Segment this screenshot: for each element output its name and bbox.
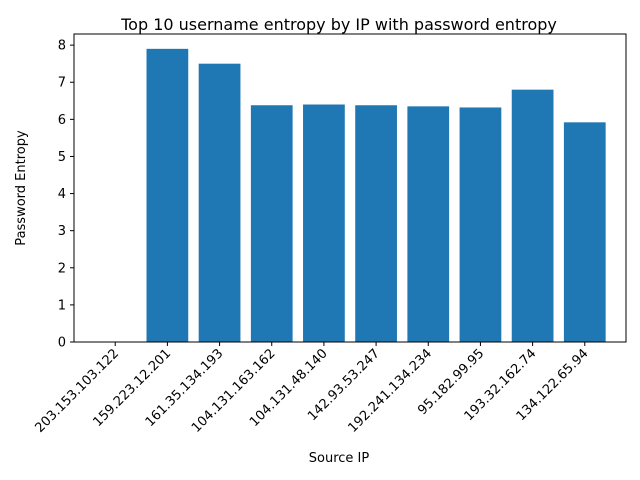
bar-161.35.134.193 <box>198 63 241 342</box>
bar-95.182.99.95 <box>459 107 502 342</box>
bar-193.32.162.74 <box>511 89 554 342</box>
y-tick-label: 8 <box>58 39 66 54</box>
y-tick-label: 0 <box>58 336 66 351</box>
bar-192.241.134.234 <box>407 106 450 342</box>
y-tick-label: 1 <box>58 298 66 313</box>
x-axis-label: Source IP <box>309 451 370 466</box>
bar-104.131.48.140 <box>303 104 345 342</box>
y-tick-label: 2 <box>58 261 66 276</box>
bars-group <box>146 48 606 343</box>
y-tick-label: 6 <box>58 113 66 128</box>
chart-title: Top 10 username entropy by IP with passw… <box>120 15 557 34</box>
y-axis: 0 1 2 3 4 5 6 7 8 <box>58 39 74 351</box>
y-tick-label: 4 <box>58 187 66 202</box>
bar-104.131.163.162 <box>250 105 293 342</box>
x-axis: 203.153.103.122159.223.12.201161.35.134.… <box>32 342 592 436</box>
bar-134.122.65.94 <box>563 122 606 342</box>
y-tick-label: 3 <box>58 224 66 239</box>
y-axis-label: Password Entropy <box>14 130 29 246</box>
bar-chart: Top 10 username entropy by IP with passw… <box>14 15 627 466</box>
y-tick-label: 5 <box>58 150 66 165</box>
y-tick-label: 7 <box>58 76 66 91</box>
bar-159.223.12.201 <box>146 48 189 343</box>
bar-142.93.53.247 <box>355 105 397 342</box>
